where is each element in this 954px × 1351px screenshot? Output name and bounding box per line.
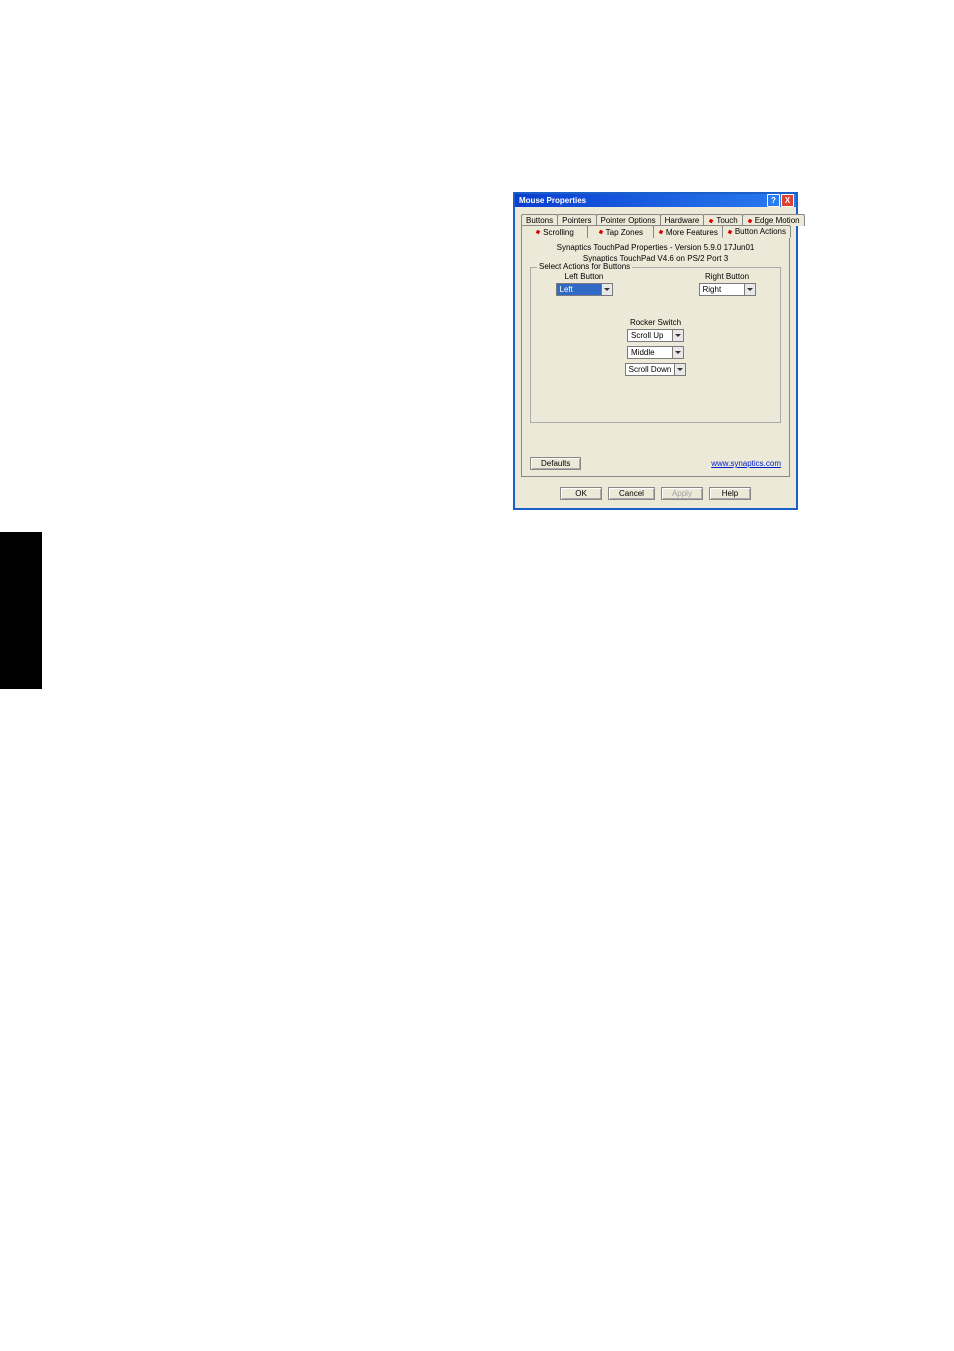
synaptics-icon <box>727 229 733 235</box>
tab-label: Scrolling <box>543 228 574 237</box>
synaptics-icon <box>658 229 664 235</box>
tab-page-button-actions: Synaptics TouchPad Properties - Version … <box>521 237 790 477</box>
tab-label: Pointer Options <box>601 216 656 225</box>
chevron-down-icon[interactable] <box>601 284 612 295</box>
left-button-block: Left Button Left <box>549 272 619 296</box>
tab-label: Edge Motion <box>755 216 800 225</box>
left-button-value: Left <box>557 284 601 295</box>
ok-button[interactable]: OK <box>560 487 602 500</box>
rocker-down-combo[interactable]: Scroll Down <box>625 363 687 376</box>
rocker-up-value: Scroll Up <box>628 330 672 341</box>
rocker-title: Rocker Switch <box>531 318 780 327</box>
rocker-area: Rocker Switch Scroll Up Middle Scroll Do… <box>531 318 780 380</box>
chevron-down-icon[interactable] <box>672 347 683 358</box>
tab-scrolling[interactable]: Scrolling <box>521 225 588 238</box>
help-icon[interactable]: ? <box>767 194 780 207</box>
synaptics-icon <box>535 229 541 235</box>
right-button-block: Right Button Right <box>692 272 762 296</box>
tab-label: Button Actions <box>735 227 786 236</box>
rocker-mid-combo[interactable]: Middle <box>627 346 684 359</box>
chevron-down-icon[interactable] <box>674 364 685 375</box>
help-button[interactable]: Help <box>709 487 751 500</box>
chevron-down-icon[interactable] <box>672 330 683 341</box>
right-button-combo[interactable]: Right <box>699 283 756 296</box>
fieldset-actions: Select Actions for Buttons Left Button L… <box>530 267 781 423</box>
rocker-mid-value: Middle <box>628 347 672 358</box>
tab-label: Tap Zones <box>606 228 643 237</box>
titlebar: Mouse Properties ? X <box>515 194 796 207</box>
left-button-label: Left Button <box>549 272 619 281</box>
tabs-area: Buttons Pointers Pointer Options Hardwar… <box>515 207 796 481</box>
chevron-down-icon[interactable] <box>744 284 755 295</box>
synaptics-icon <box>598 229 604 235</box>
tab-label: More Features <box>666 228 718 237</box>
redacted-block <box>0 532 42 689</box>
tab-label: Hardware <box>665 216 700 225</box>
version-line-1: Synaptics TouchPad Properties - Version … <box>526 243 785 252</box>
tab-button-actions[interactable]: Button Actions <box>722 225 791 238</box>
rocker-down-value: Scroll Down <box>626 364 675 375</box>
synaptics-icon <box>747 218 753 224</box>
right-button-label: Right Button <box>692 272 762 281</box>
mouse-properties-dialog: Mouse Properties ? X Buttons Pointers Po… <box>513 192 798 510</box>
tab-label: Pointers <box>562 216 591 225</box>
synaptics-icon <box>708 218 714 224</box>
dialog-buttons: OK Cancel Apply Help <box>515 481 796 508</box>
tab-more-features[interactable]: More Features <box>653 225 723 238</box>
rocker-up-combo[interactable]: Scroll Up <box>627 329 684 342</box>
tab-tap-zones[interactable]: Tap Zones <box>587 225 654 238</box>
tab-label: Buttons <box>526 216 553 225</box>
tab-label: Touch <box>716 216 737 225</box>
close-icon[interactable]: X <box>781 194 794 207</box>
fieldset-legend: Select Actions for Buttons <box>537 262 632 271</box>
right-button-value: Right <box>700 284 744 295</box>
left-button-combo[interactable]: Left <box>556 283 613 296</box>
cancel-button[interactable]: Cancel <box>608 487 655 500</box>
window-title: Mouse Properties <box>517 196 766 205</box>
defaults-button[interactable]: Defaults <box>530 457 581 470</box>
apply-button: Apply <box>661 487 703 500</box>
synaptics-link[interactable]: www.synaptics.com <box>711 459 781 468</box>
